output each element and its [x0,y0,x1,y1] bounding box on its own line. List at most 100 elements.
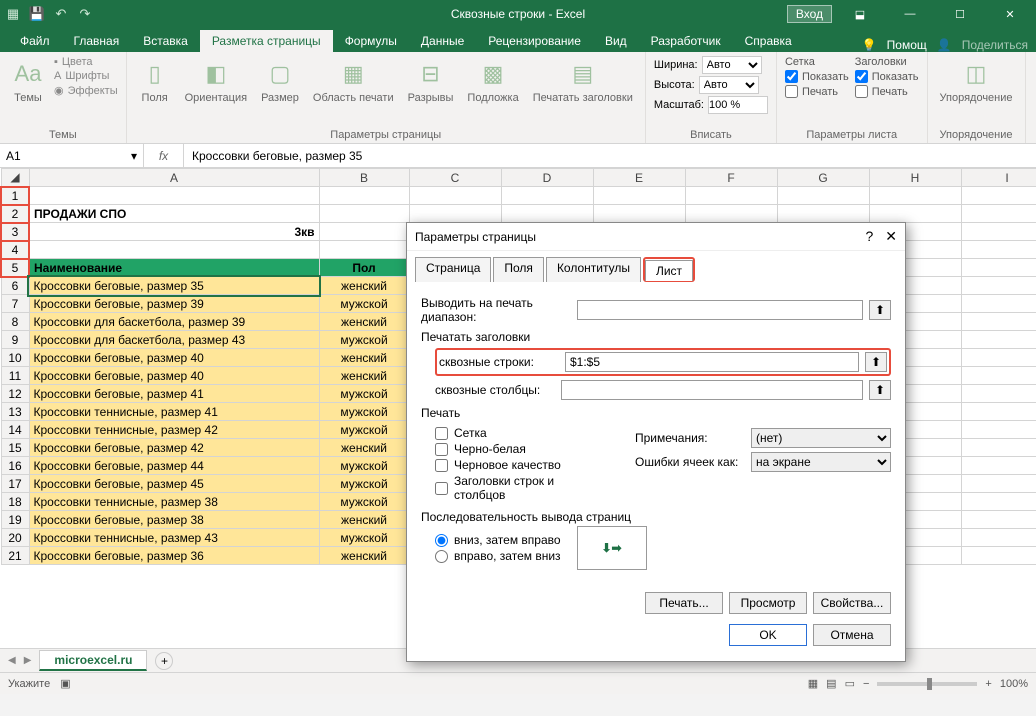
cell[interactable] [501,187,593,205]
view-layout-icon[interactable]: ▤ [826,677,836,690]
cell[interactable]: Кроссовки теннисные, размер 43 [29,529,319,547]
cell[interactable] [961,349,1036,367]
cell[interactable]: мужской [319,331,409,349]
zoom-slider[interactable] [877,682,977,686]
maximize-icon[interactable]: ☐ [938,0,982,28]
ribbon-options-icon[interactable]: ⬓ [838,0,882,28]
cancel-button[interactable]: Отмена [813,624,891,646]
size-button[interactable]: ▢Размер [257,56,303,106]
row-header[interactable]: 16 [1,457,29,475]
cell[interactable]: Кроссовки беговые, размер 45 [29,475,319,493]
dialog-help-icon[interactable]: ? [865,228,873,245]
dialog-close-icon[interactable]: ✕ [885,228,897,245]
tab-home[interactable]: Главная [62,30,132,52]
cell[interactable] [961,385,1036,403]
height-select[interactable]: Авто [699,76,759,94]
cell[interactable] [685,187,777,205]
tab-view[interactable]: Вид [593,30,639,52]
sheet-nav-next-icon[interactable]: ▶ [24,655,32,666]
cell[interactable]: Кроссовки беговые, размер 44 [29,457,319,475]
print-area-ref-icon[interactable]: ⬆ [869,300,891,320]
row-header[interactable]: 18 [1,493,29,511]
ok-button[interactable]: OK [729,624,807,646]
row-header[interactable]: 10 [1,349,29,367]
rows-repeat-input[interactable] [565,352,859,372]
cols-repeat-ref-icon[interactable]: ⬆ [869,380,891,400]
zoom-in-icon[interactable]: + [985,678,991,690]
order-over-down[interactable]: вправо, затем вниз [435,549,561,563]
row-header[interactable]: 2 [1,205,29,223]
gridlines-print[interactable]: Печать [785,85,849,98]
cell[interactable] [961,439,1036,457]
row-header[interactable]: 12 [1,385,29,403]
cell[interactable]: мужской [319,421,409,439]
login-button[interactable]: Вход [787,5,832,23]
cell[interactable] [319,223,409,241]
row-header[interactable]: 20 [1,529,29,547]
cell[interactable]: Кроссовки для баскетбола, размер 39 [29,313,319,331]
cell[interactable] [961,259,1036,277]
cell[interactable] [501,205,593,223]
cell[interactable]: мужской [319,457,409,475]
print-titles-button[interactable]: ▤Печатать заголовки [529,56,637,106]
background-button[interactable]: ▩Подложка [463,56,522,106]
scale-input[interactable] [708,96,768,114]
cell[interactable] [593,205,685,223]
cell[interactable] [777,205,869,223]
row-header[interactable]: 11 [1,367,29,385]
col-header[interactable]: E [593,169,685,187]
col-header[interactable]: F [685,169,777,187]
cell[interactable] [869,187,961,205]
cell[interactable]: Кроссовки для баскетбола, размер 43 [29,331,319,349]
print-area-input[interactable] [577,300,863,320]
cell[interactable] [961,331,1036,349]
view-break-icon[interactable]: ▭ [845,677,855,690]
print-gridlines[interactable]: Сетка [435,426,605,440]
cell[interactable]: Кроссовки теннисные, размер 41 [29,403,319,421]
order-down-over[interactable]: вниз, затем вправо [435,533,561,547]
name-box-input[interactable] [6,149,127,163]
cell[interactable]: ПРОДАЖИ СПО [29,205,319,223]
cell[interactable] [961,205,1036,223]
col-header[interactable]: A [29,169,319,187]
cell[interactable] [685,205,777,223]
row-header[interactable]: 9 [1,331,29,349]
headings-show[interactable]: Показать [855,70,919,83]
cell[interactable] [961,529,1036,547]
cell[interactable]: Кроссовки беговые, размер 39 [29,295,319,313]
redo-icon[interactable]: ↷ [76,5,94,23]
cell[interactable]: Кроссовки теннисные, размер 38 [29,493,319,511]
cell[interactable] [777,187,869,205]
cell[interactable] [961,421,1036,439]
col-header[interactable]: I [961,169,1036,187]
col-header[interactable]: H [869,169,961,187]
name-box[interactable]: ▾ [0,144,144,167]
comments-select[interactable]: (нет) [751,428,891,448]
cell[interactable] [961,277,1036,295]
cell[interactable] [29,241,319,259]
row-header[interactable]: 15 [1,439,29,457]
gridlines-show[interactable]: Показать [785,70,849,83]
cell[interactable] [961,457,1036,475]
tab-formulas[interactable]: Формулы [333,30,409,52]
cell[interactable]: мужской [319,529,409,547]
dialog-tab-header-footer[interactable]: Колонтитулы [546,257,641,282]
arrange-button[interactable]: ◫Упорядочение [936,56,1017,106]
view-normal-icon[interactable]: ▦ [808,677,818,690]
share-icon[interactable]: 👤 [937,38,952,52]
name-box-dropdown-icon[interactable]: ▾ [131,149,137,163]
tellme-text[interactable]: Помощ [887,38,927,52]
themes-button[interactable]: AaТемы [8,56,48,106]
cell[interactable]: женский [319,349,409,367]
properties-button[interactable]: Свойства... [813,592,891,614]
tab-data[interactable]: Данные [409,30,476,52]
cell[interactable]: мужской [319,295,409,313]
row-header[interactable]: 13 [1,403,29,421]
dialog-tab-sheet[interactable]: Лист [645,260,693,281]
cell[interactable]: женский [319,367,409,385]
theme-effects[interactable]: ◉ Эффекты [54,84,118,97]
margins-button[interactable]: ▯Поля [135,56,175,106]
theme-colors[interactable]: ▪ Цвета [54,56,118,68]
row-header[interactable]: 17 [1,475,29,493]
cell[interactable]: Кроссовки беговые, размер 40 [29,349,319,367]
